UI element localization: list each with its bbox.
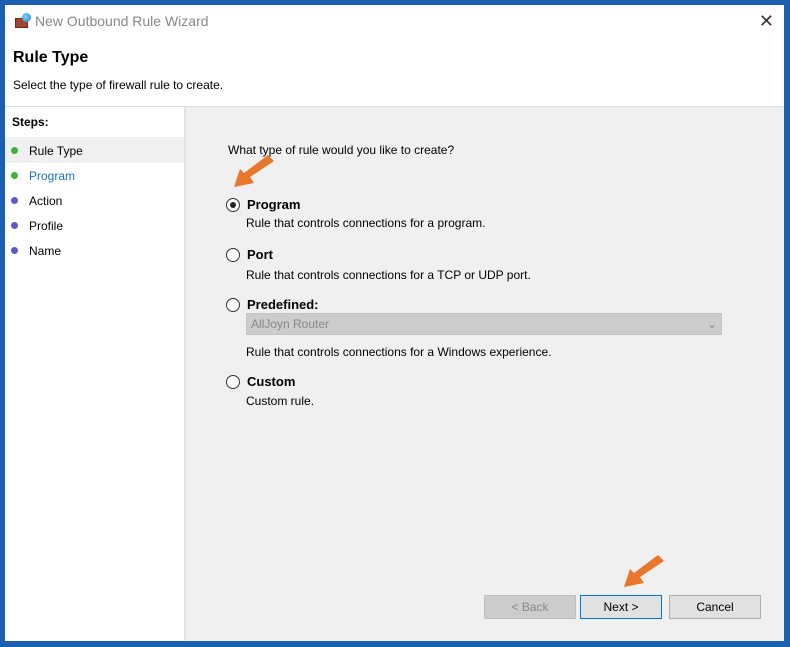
back-button[interactable]: < Back	[484, 595, 576, 619]
annotation-arrow-icon	[624, 555, 664, 587]
program-description: Rule that controls connections for a pro…	[246, 216, 486, 230]
firewall-icon	[15, 13, 31, 29]
header: Rule Type Select the type of firewall ru…	[5, 37, 784, 105]
custom-description: Custom rule.	[246, 394, 315, 408]
step-name: Name	[5, 238, 184, 263]
steps-panel: Steps: Rule Type Program Action Profile …	[5, 107, 186, 641]
radio-program[interactable]: Program	[226, 197, 300, 212]
step-dot-icon	[11, 197, 18, 204]
page-subtitle: Select the type of firewall rule to crea…	[13, 78, 224, 92]
chevron-down-icon: ⌄	[706, 317, 717, 331]
radio-custom[interactable]: Custom	[226, 374, 295, 389]
steps-heading: Steps:	[5, 107, 184, 138]
annotation-arrow-icon	[234, 155, 274, 187]
title-bar: New Outbound Rule Wizard ✕	[5, 5, 784, 37]
main-panel: What type of rule would you like to crea…	[188, 107, 784, 641]
next-button[interactable]: Next >	[580, 595, 662, 619]
radio-icon[interactable]	[226, 297, 240, 312]
window-title: New Outbound Rule Wizard	[35, 13, 209, 29]
step-dot-icon	[11, 172, 18, 179]
page-title: Rule Type	[13, 49, 89, 66]
radio-port[interactable]: Port	[226, 247, 273, 262]
step-profile: Profile	[5, 213, 184, 238]
step-rule-type: Rule Type	[5, 138, 184, 163]
predefined-description: Rule that controls connections for a Win…	[246, 345, 552, 359]
radio-icon[interactable]	[226, 374, 240, 389]
radio-predefined[interactable]: Predefined:	[226, 297, 319, 312]
step-dot-icon	[11, 147, 18, 154]
radio-icon[interactable]	[226, 247, 240, 262]
wizard-window: New Outbound Rule Wizard ✕ Rule Type Sel…	[5, 5, 784, 641]
cancel-button[interactable]: Cancel	[669, 595, 761, 619]
port-description: Rule that controls connections for a TCP…	[246, 268, 531, 282]
step-dot-icon	[11, 222, 18, 229]
predefined-select[interactable]: AllJoyn Router ⌄	[246, 313, 722, 335]
step-program[interactable]: Program	[5, 163, 184, 188]
radio-selected-icon[interactable]	[226, 197, 240, 212]
close-icon[interactable]: ✕	[759, 11, 774, 32]
step-action: Action	[5, 188, 184, 213]
step-dot-icon	[11, 247, 18, 254]
